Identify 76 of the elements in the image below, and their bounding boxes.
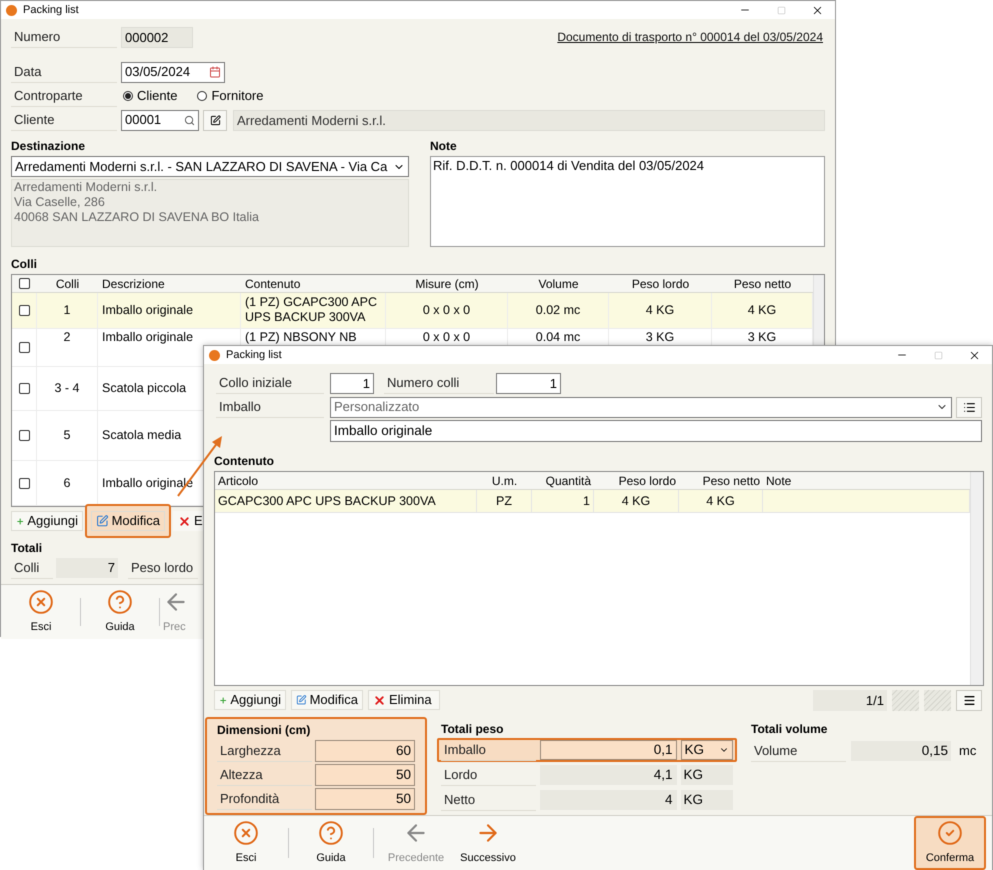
table-cell-text: 1 — [583, 492, 590, 510]
field-label: Imballo — [216, 396, 324, 418]
field-label: Numero — [11, 26, 117, 48]
field-label: Volume — [751, 740, 846, 762]
column-header: U.m. — [490, 473, 518, 489]
section-title: Destinazione — [11, 139, 86, 153]
address-line: 40068 SAN LAZZARO DI SAVENA BO Italia — [14, 210, 260, 225]
column-header: Misure (cm) — [414, 276, 480, 292]
window-title: Packing list — [226, 348, 282, 363]
numero-field: 000002 — [121, 26, 193, 48]
column-header: Quantità — [544, 473, 592, 489]
field-label: Imballo — [441, 740, 536, 760]
field-label: Netto — [441, 790, 536, 810]
section-title: Note — [430, 139, 458, 153]
section-title: Totali peso — [441, 721, 504, 737]
table-cell-text: PZ — [496, 492, 512, 510]
table-cell-text: (1 PZ) GCAPC300 APC UPS BACKUP 300VA — [245, 295, 378, 326]
table-cell: 2 — [64, 330, 70, 345]
field-label: Profondità — [217, 788, 312, 810]
table-cell: 6 — [64, 476, 70, 491]
table-cell: 4 KG — [748, 302, 776, 318]
field-label: Numero colli — [384, 372, 494, 394]
field-label: Controparte — [11, 86, 117, 106]
section-title: Totali — [11, 541, 44, 555]
column-header: Volume — [537, 276, 580, 292]
field-label: Collo iniziale — [216, 372, 324, 394]
unit-field: KG — [680, 790, 733, 810]
table-cell-text: 4 KG — [706, 492, 735, 510]
column-header: Articolo — [217, 473, 260, 489]
table-cell: Imballo originale — [102, 302, 194, 318]
table-cell-text: GCAPC300 APC UPS BACKUP 300VA — [218, 492, 436, 510]
field-label: Larghezza — [217, 740, 312, 762]
table-cell: 0 x 0 x 0 — [422, 302, 470, 318]
section-title: Colli — [11, 257, 38, 271]
table-cell-text: 4 KG — [622, 492, 650, 510]
colli-total-field: 7 — [56, 558, 118, 578]
unit-label: mc — [959, 742, 976, 760]
table-cell: Imballo originale — [102, 330, 194, 345]
table-cell: 3 KG — [748, 330, 776, 345]
unit-field: KG — [680, 765, 733, 785]
section-title: Dimensioni (cm) — [217, 722, 312, 738]
table-cell: Scatola piccola — [102, 381, 186, 396]
column-header: Descrizione — [101, 276, 166, 292]
section-title: Contenuto — [214, 454, 275, 468]
column-header: Contenuto — [244, 276, 302, 292]
peso-value-field: 4,1 — [540, 765, 677, 785]
cliente-name-field: Arredamenti Moderni s.r.l. — [233, 110, 825, 130]
table-cell: Scatola media — [102, 428, 182, 444]
table-cell: 0.02 mc — [536, 302, 580, 318]
table-cell: 0.04 mc — [536, 330, 580, 345]
table-cell: 0 x 0 x 0 — [422, 330, 470, 345]
field-label: Data — [11, 62, 117, 82]
pager-field: 1/1 — [813, 690, 887, 710]
volume-field: 0,15 — [851, 741, 951, 761]
table-cell: 1 — [64, 302, 70, 318]
column-header: Peso netto — [732, 276, 792, 292]
address-line: Via Caselle, 286 — [14, 195, 106, 210]
field-label: Peso lordo — [128, 558, 198, 578]
column-header: Colli — [54, 276, 80, 292]
table-cell: (1 PZ) NBSONY NB — [245, 330, 357, 345]
table-cell: 5 — [64, 428, 70, 444]
field-label: Cliente — [11, 110, 117, 130]
column-header: Peso lordo — [630, 276, 690, 292]
peso-value-field: 4 — [540, 790, 677, 810]
table-cell: 3 KG — [646, 330, 674, 345]
section-title: Totali volume — [751, 721, 828, 737]
field-label: Altezza — [217, 764, 312, 786]
column-header: Note — [765, 473, 792, 489]
field-label: Lordo — [441, 764, 536, 786]
address-line: Arredamenti Moderni s.r.l. — [14, 180, 158, 195]
table-cell: 4 KG — [646, 302, 674, 318]
field-label: Colli — [11, 558, 53, 578]
table-cell: 3 - 4 — [54, 381, 80, 396]
column-header: Peso lordo — [618, 473, 677, 489]
column-header: Peso netto — [702, 473, 761, 489]
window-title: Packing list — [23, 2, 79, 18]
